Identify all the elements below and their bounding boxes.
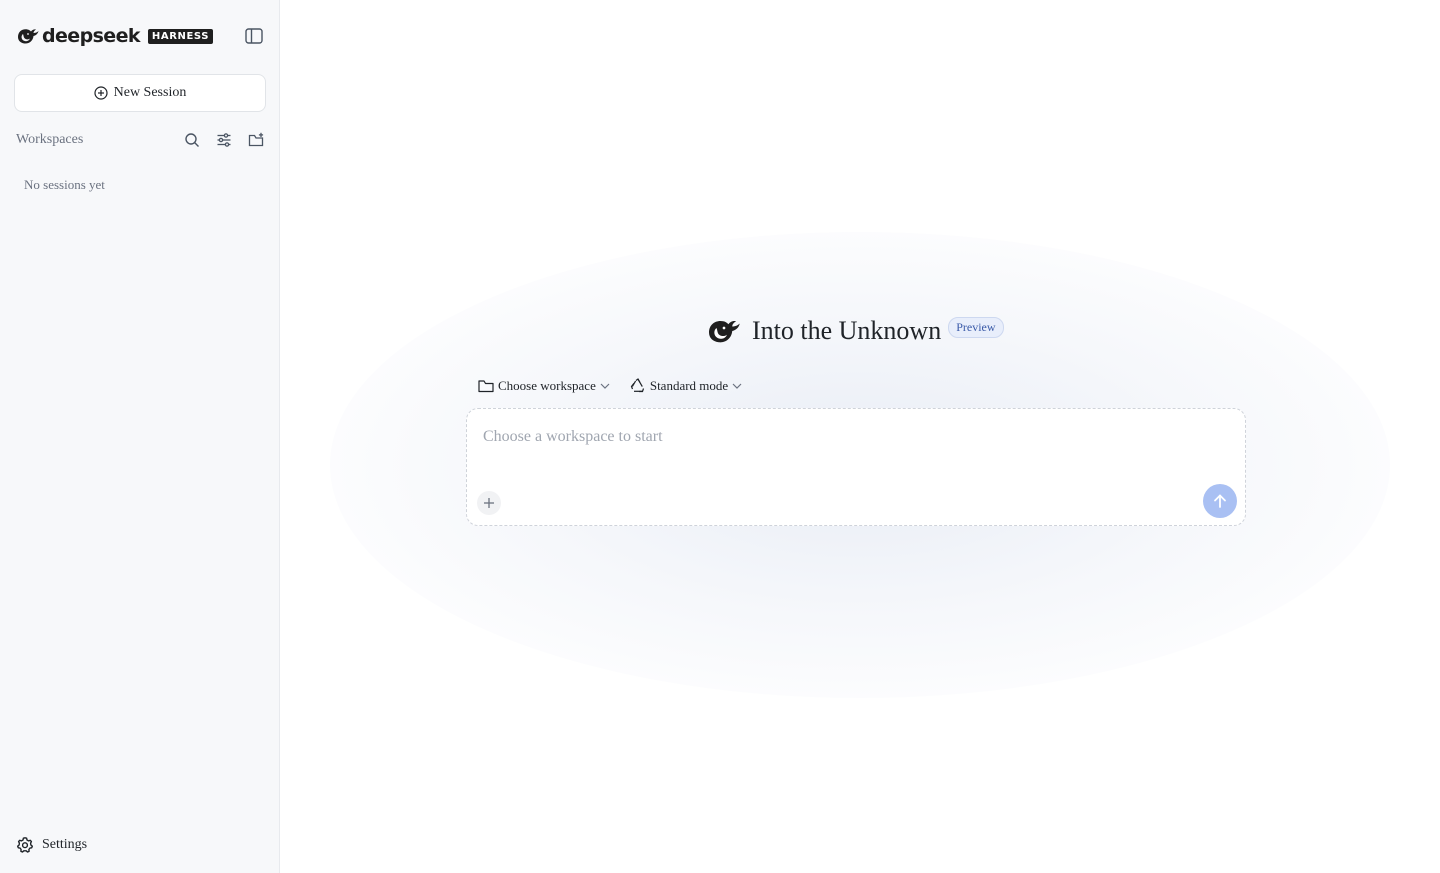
whale-logo-icon (709, 320, 740, 343)
settings-label: Settings (42, 837, 88, 852)
whale-logo-icon (18, 29, 39, 44)
brand-badge: HARNESS (147, 28, 214, 44)
folder-plus-icon (248, 132, 263, 147)
new-workspace-button[interactable] (246, 130, 266, 150)
search-button[interactable] (182, 130, 202, 150)
composer (466, 408, 1246, 526)
brand-name: deepseek (42, 25, 141, 47)
new-session-button[interactable]: New Session (14, 74, 266, 112)
chevron-down-icon (600, 383, 610, 389)
recycle-icon (630, 378, 644, 393)
preview-badge: Preview (948, 317, 1004, 338)
brand: deepseek HARNESS (16, 25, 214, 47)
arrow-up-icon (1214, 494, 1226, 508)
hero-title: Into the Unknown (752, 316, 942, 345)
search-icon (185, 133, 199, 147)
chevron-down-icon (732, 383, 742, 389)
sidebar: deepseek HARNESS New Session Workspaces (0, 0, 280, 873)
main-area: Into the Unknown Preview Choose workspac… (280, 0, 1440, 873)
prompt-input[interactable] (483, 425, 1183, 449)
mode-selector-label: Standard mode (649, 378, 729, 393)
filter-button[interactable] (214, 130, 234, 150)
send-button[interactable] (1203, 484, 1237, 518)
sliders-icon (217, 133, 231, 147)
sidebar-toggle-icon (245, 28, 263, 44)
sidebar-toggle-button[interactable] (244, 27, 264, 45)
new-session-label: New Session (113, 85, 187, 100)
settings-button[interactable]: Settings (16, 834, 87, 856)
hero: Into the Unknown Preview (706, 313, 1004, 349)
gear-icon (17, 837, 33, 853)
workspaces-header: Workspaces (16, 130, 266, 150)
workspace-selector[interactable]: Choose workspace (478, 378, 610, 394)
folder-icon (478, 380, 494, 393)
mode-selector[interactable]: Standard mode (630, 378, 742, 394)
workspace-selector-label: Choose workspace (498, 378, 596, 393)
workspaces-tools (182, 130, 266, 150)
plus-icon (484, 498, 494, 508)
composer-selectors: Choose workspace Standard mode (478, 376, 762, 396)
plus-circle-icon (94, 86, 108, 100)
empty-sessions-text: No sessions yet (24, 177, 105, 192)
attach-button[interactable] (477, 491, 501, 515)
